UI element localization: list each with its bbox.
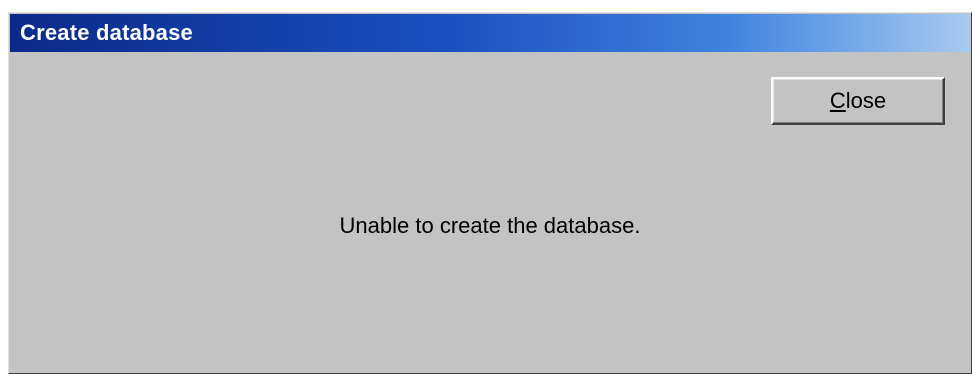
title-bar[interactable]: Create database	[10, 14, 970, 52]
close-button[interactable]: Close	[771, 77, 945, 125]
close-button-label: lose	[845, 88, 887, 113]
dialog-title: Create database	[20, 20, 193, 45]
close-button-mnemonic: C	[829, 88, 846, 113]
create-database-dialog: Create database Close Unable to create t…	[8, 12, 972, 374]
error-message: Unable to create the database.	[339, 213, 641, 238]
